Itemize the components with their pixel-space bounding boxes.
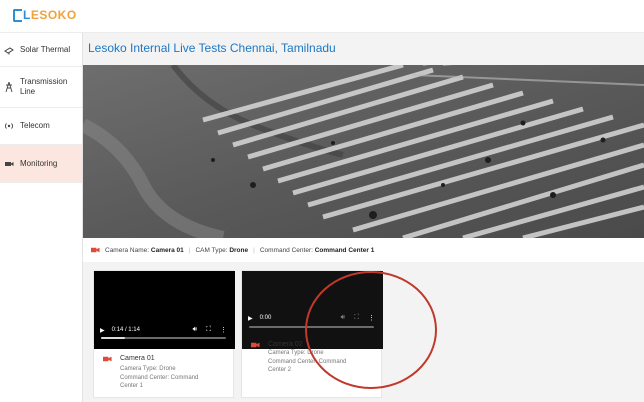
sidebar: Solar Thermal Transmission Line Telecom … xyxy=(0,33,83,402)
fullscreen-icon[interactable]: ⛶ xyxy=(206,326,211,334)
telecom-icon xyxy=(5,123,13,129)
thermal-drone-feed-image xyxy=(83,65,644,238)
top-bar: LESOKO xyxy=(0,0,644,33)
video-progress-bar[interactable] xyxy=(249,326,374,328)
camera-command-center-cont: Center 1 xyxy=(120,383,144,389)
main-video-player[interactable] xyxy=(83,65,644,238)
divider: | xyxy=(188,246,191,254)
sidebar-item-monitoring[interactable]: Monitoring xyxy=(0,145,82,183)
camera-name-label: Camera Name: xyxy=(105,246,150,254)
video-controls: ▶ 0:14 / 1:14 🔊︎ ⛶ ⋮ xyxy=(100,323,227,337)
lesoko-logo[interactable]: LESOKO xyxy=(13,8,77,22)
volume-icon[interactable]: 🔊︎ xyxy=(193,326,197,334)
main-content: Lesoko Internal Live Tests Chennai, Tami… xyxy=(83,33,644,402)
video-camera-icon xyxy=(103,356,112,362)
command-center-label: Command Center: xyxy=(259,246,313,254)
sidebar-item-transmission-line[interactable]: Transmission Line xyxy=(0,67,82,108)
transmission-tower-icon xyxy=(5,82,13,92)
fullscreen-icon[interactable]: ⛶ xyxy=(354,314,359,322)
camera-name: Camera 02 xyxy=(268,341,303,348)
video-camera-icon xyxy=(251,342,260,348)
solar-panel-icon xyxy=(4,46,14,54)
divider: | xyxy=(253,246,255,254)
camera-meta: Camera 01 Camera Type: Drone Command Cen… xyxy=(103,355,228,391)
camera-icon xyxy=(5,161,14,166)
cam-type-label: CAM Type: xyxy=(195,246,228,254)
command-center-value: Command Center 1 xyxy=(314,246,375,254)
camera-meta: Camera 02 Camera Type: Drone Command Cen… xyxy=(251,341,376,375)
sidebar-item-telecom[interactable]: Telecom xyxy=(0,108,82,145)
sidebar-item-label: Transmission Line xyxy=(20,77,68,96)
camera-name: Camera 01 xyxy=(120,355,155,362)
play-icon[interactable]: ▶ xyxy=(248,315,253,322)
volume-icon[interactable]: 🔊︎ xyxy=(341,314,345,322)
camera-card-1[interactable]: ▶ 0:14 / 1:14 🔊︎ ⛶ ⋮ Camera 01 Camera Ty… xyxy=(93,270,235,398)
video-camera-icon xyxy=(91,247,100,253)
video-controls: ▶ 0:00 🔊︎ ⛶ ⋮ xyxy=(248,311,375,325)
sidebar-item-label: Solar Thermal xyxy=(20,44,71,54)
sidebar-item-label: Telecom xyxy=(20,121,50,130)
sidebar-item-solar-thermal[interactable]: Solar Thermal xyxy=(0,33,82,67)
more-options-icon[interactable]: ⋮ xyxy=(368,314,375,322)
page-title: Lesoko Internal Live Tests Chennai, Tami… xyxy=(88,41,336,55)
logo-bracket-icon xyxy=(13,8,22,22)
video-progress-bar[interactable] xyxy=(101,337,226,339)
camera-type: Camera Type: Drone xyxy=(268,350,324,356)
camera-command-center-cont: Center 2 xyxy=(268,367,292,373)
camera-command-center: Command Center: Command xyxy=(120,374,199,381)
camera-2-video[interactable] xyxy=(242,271,383,349)
camera-info-strip: Camera Name: Camera 01 | CAM Type: Drone… xyxy=(83,238,644,262)
video-time: 0:14 / 1:14 xyxy=(111,327,140,333)
video-progress-fill xyxy=(101,337,125,339)
video-time: 0:00 xyxy=(259,315,272,321)
sidebar-item-label: Monitoring xyxy=(20,158,58,168)
play-icon[interactable]: ▶ xyxy=(100,327,105,334)
cam-type-value: Drone xyxy=(229,246,249,254)
more-options-icon[interactable]: ⋮ xyxy=(220,326,227,334)
camera-command-center: Command Center: Command xyxy=(268,358,347,365)
logo-text: LESOKO xyxy=(23,8,77,22)
camera-type: Camera Type: Drone xyxy=(120,366,176,372)
camera-name-value: Camera 01 xyxy=(150,246,184,254)
camera-card-2[interactable]: ▶ 0:00 🔊︎ ⛶ ⋮ Camera 02 Camera Type: Dro… xyxy=(241,270,383,398)
